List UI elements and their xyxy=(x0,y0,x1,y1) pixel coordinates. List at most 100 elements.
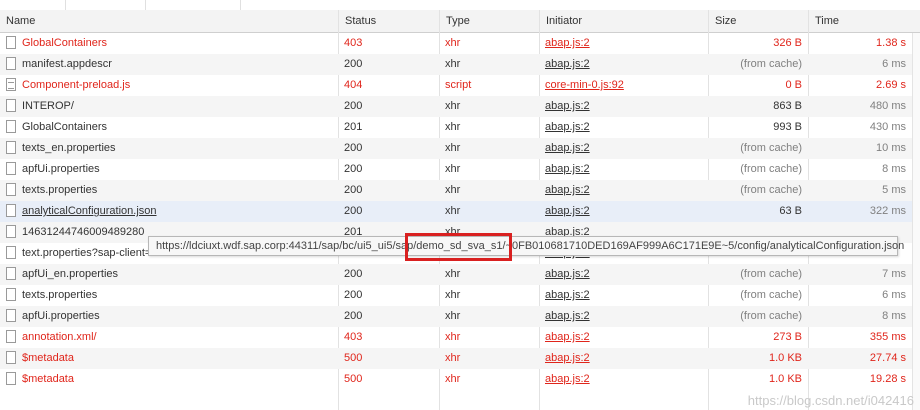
request-initiator-cell[interactable]: abap.js:2 xyxy=(539,159,708,180)
request-type-cell: xhr xyxy=(445,184,461,196)
request-name-cell[interactable]: GlobalContainers xyxy=(0,33,338,54)
request-status-cell: 404 xyxy=(344,79,363,91)
request-name: GlobalContainers xyxy=(22,37,107,49)
request-type-cell: xhr xyxy=(445,373,461,385)
request-size-cell: 1.0 KB xyxy=(768,352,802,364)
watermark-text: https://blog.csdn.net/i042416 xyxy=(747,393,914,408)
request-name: text.properties?sap-client= xyxy=(22,247,152,259)
request-initiator-cell[interactable]: abap.js:2 xyxy=(539,327,708,348)
request-initiator-cell[interactable]: abap.js:2 xyxy=(539,306,708,327)
request-name-cell[interactable]: apfUi_en.properties xyxy=(0,264,338,285)
request-initiator-cell[interactable]: abap.js:2 xyxy=(539,264,708,285)
document-icon xyxy=(6,287,16,301)
request-initiator-cell[interactable]: abap.js:2 xyxy=(539,348,708,369)
request-type-cell: xhr xyxy=(445,58,461,70)
request-name-cell[interactable]: annotation.xml/ xyxy=(0,327,338,348)
request-time-cell: 8 ms xyxy=(882,163,906,175)
document-icon xyxy=(6,203,16,217)
request-type-cell: xhr xyxy=(445,100,461,112)
request-type-cell: xhr xyxy=(445,289,461,301)
request-type-cell: xhr xyxy=(445,310,461,322)
column-header-time[interactable]: Time xyxy=(808,10,912,32)
request-type-cell: xhr xyxy=(445,205,461,217)
document-icon xyxy=(6,245,16,259)
table-row[interactable]: GlobalContainers 403 xhr abap.js:2 326 B 1.38… xyxy=(0,33,920,54)
request-name-cell[interactable]: apfUi.properties xyxy=(0,159,338,180)
request-initiator-cell[interactable]: abap.js:2 xyxy=(539,180,708,201)
table-row[interactable]: annotation.xml/403 xhr abap.js:2 273 B 355 m… xyxy=(0,327,920,348)
request-time-cell: 7 ms xyxy=(882,268,906,280)
table-row[interactable]: texts_en.properties 200 xhr abap.js:2 (from … xyxy=(0,138,920,159)
request-type-cell: xhr xyxy=(445,268,461,280)
request-status-cell: 200 xyxy=(344,100,363,112)
request-status-cell: 403 xyxy=(344,37,363,49)
request-name-cell[interactable]: texts.properties xyxy=(0,285,338,306)
request-time-cell: 27.74 s xyxy=(869,352,906,364)
request-initiator-cell[interactable]: abap.js:2 xyxy=(539,138,708,159)
script-file-icon xyxy=(6,77,16,91)
table-row[interactable]: Component-preload.js 404 script core-min-0.… xyxy=(0,75,920,96)
request-initiator-cell[interactable]: abap.js:2 xyxy=(539,54,708,75)
table-row[interactable]: texts.properties 200 xhr abap.js:2 (from cac… xyxy=(0,180,920,201)
column-header-status[interactable]: Status xyxy=(338,10,439,32)
table-row[interactable]: apfUi.properties 200 xhr abap.js:2 (from cac… xyxy=(0,306,920,327)
table-row[interactable]: $metadata 500 xhr abap.js:2 1.0 KB 27.74 s xyxy=(0,348,920,369)
document-icon xyxy=(6,56,16,70)
request-size-cell: 273 B xyxy=(773,331,802,343)
url-tooltip: https://ldciuxt.wdf.sap.corp:44311/sap/b… xyxy=(148,236,904,256)
request-initiator-cell[interactable]: abap.js:2 xyxy=(539,33,708,54)
document-icon xyxy=(6,224,16,238)
request-name: Component-preload.js xyxy=(22,79,131,91)
table-row[interactable]: analyticalConfiguration.json 200 xhr abap.j… xyxy=(0,201,920,222)
request-status-cell: 500 xyxy=(344,352,363,364)
table-row[interactable]: texts.properties 200 xhr abap.js:2 (from cac… xyxy=(0,285,920,306)
request-name-cell[interactable]: Component-preload.js xyxy=(0,75,338,96)
request-name-cell[interactable]: INTEROP/ xyxy=(0,96,338,117)
table-row[interactable]: manifest.appdescr 200 xhr abap.js:2 (from ca… xyxy=(0,54,920,75)
request-name: GlobalContainers xyxy=(22,121,107,133)
request-type-cell: xhr xyxy=(445,142,461,154)
request-time-cell: 10 ms xyxy=(876,142,906,154)
table-row[interactable]: GlobalContainers 201 xhr abap.js:2 993 B 430 … xyxy=(0,117,920,138)
request-status-cell: 200 xyxy=(344,310,363,322)
request-initiator-cell[interactable]: abap.js:2 xyxy=(539,201,708,222)
table-row[interactable]: apfUi.properties 200 xhr abap.js:2 (from cac… xyxy=(0,159,920,180)
request-initiator-cell[interactable]: core-min-0.js:92 xyxy=(539,75,708,96)
request-size-cell: 326 B xyxy=(773,37,802,49)
request-initiator-cell[interactable]: abap.js:2 xyxy=(539,117,708,138)
document-icon xyxy=(6,308,16,322)
column-header-type[interactable]: Type xyxy=(439,10,539,32)
vertical-scrollbar[interactable] xyxy=(912,33,920,410)
request-name-cell[interactable]: texts.properties xyxy=(0,180,338,201)
request-name-cell[interactable]: analyticalConfiguration.json xyxy=(0,201,338,222)
document-icon xyxy=(6,161,16,175)
table-row[interactable]: INTEROP/200 xhr abap.js:2 863 B 480 ms xyxy=(0,96,920,117)
request-size-cell: 63 B xyxy=(779,205,802,217)
request-status-cell: 200 xyxy=(344,58,363,70)
request-status-cell: 200 xyxy=(344,184,363,196)
request-name: apfUi.properties xyxy=(22,310,100,322)
table-row[interactable]: $metadata 500 xhr abap.js:2 1.0 KB 19.28 s xyxy=(0,369,920,390)
request-initiator-cell[interactable]: abap.js:2 xyxy=(539,285,708,306)
request-name-cell[interactable]: $metadata xyxy=(0,348,338,369)
column-header-size[interactable]: Size xyxy=(708,10,808,32)
request-size-cell: (from cache) xyxy=(740,184,802,196)
column-header-initiator[interactable]: Initiator xyxy=(539,10,708,32)
document-icon xyxy=(6,371,16,385)
request-name: texts_en.properties xyxy=(22,142,116,154)
request-name-cell[interactable]: apfUi.properties xyxy=(0,306,338,327)
request-initiator-cell[interactable]: abap.js:2 xyxy=(539,369,708,390)
request-name: manifest.appdescr xyxy=(22,58,112,70)
request-size-cell: 1.0 KB xyxy=(768,373,802,385)
request-type-cell: xhr xyxy=(445,37,461,49)
request-name-cell[interactable]: manifest.appdescr xyxy=(0,54,338,75)
request-name-cell[interactable]: texts_en.properties xyxy=(0,138,338,159)
request-initiator-cell[interactable]: abap.js:2 xyxy=(539,96,708,117)
column-header-name[interactable]: Name xyxy=(0,10,338,32)
document-icon xyxy=(6,266,16,280)
table-row[interactable]: apfUi_en.properties 200 xhr abap.js:2 (from … xyxy=(0,264,920,285)
request-name-cell[interactable]: GlobalContainers xyxy=(0,117,338,138)
toolbar-segment xyxy=(145,0,241,10)
request-name-cell[interactable]: $metadata xyxy=(0,369,338,390)
request-status-cell: 403 xyxy=(344,331,363,343)
